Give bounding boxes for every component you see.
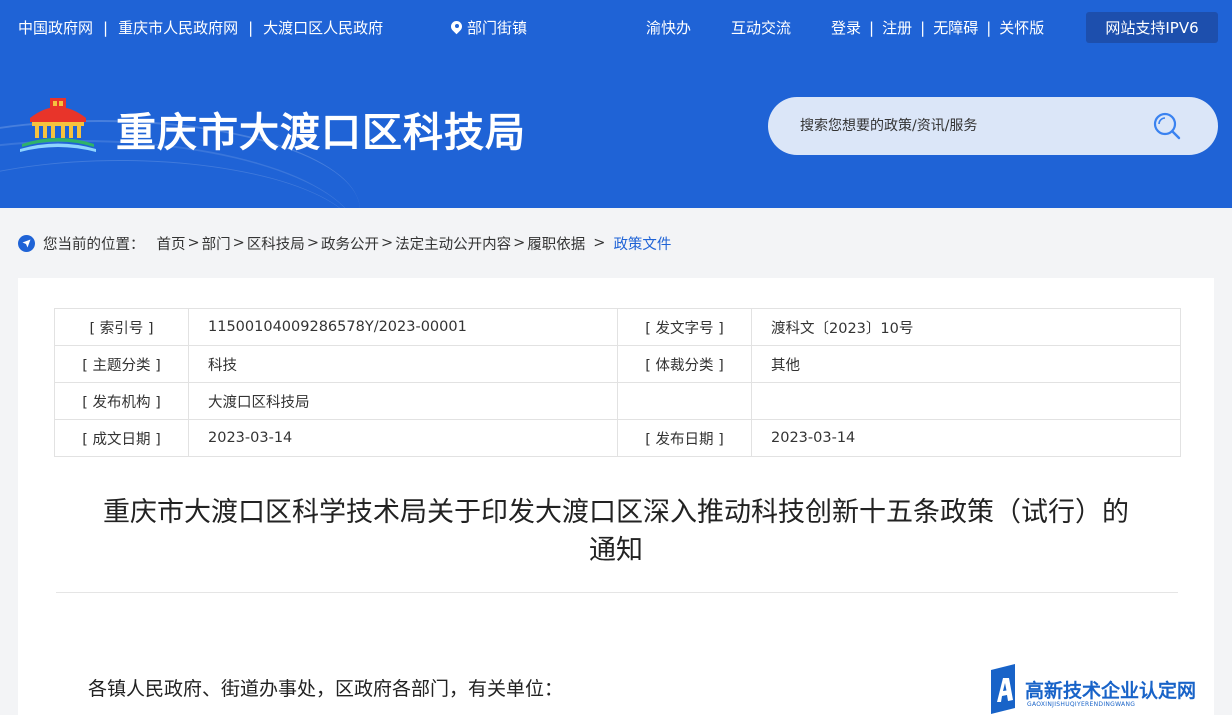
document-title-line: 通知: [589, 535, 643, 566]
breadcrumb-separator: >: [593, 235, 606, 251]
breadcrumb-separator: >: [232, 235, 245, 251]
breadcrumb-science-bureau[interactable]: 区科技局: [247, 233, 305, 254]
ipv6-badge[interactable]: 网站支持IPV6: [1086, 12, 1218, 43]
document-meta-table: [ 索引号 ] 11500104009286578Y/2023-00001 [ …: [54, 308, 1181, 457]
meta-key-empty: [617, 382, 752, 420]
meta-value-publish-date: 2023-03-14: [751, 419, 1181, 457]
watermark-text: 高新技术企业认定网: [1025, 680, 1197, 702]
breadcrumb-label: 您当前的位置：: [43, 236, 145, 253]
table-row: [ 主题分类 ] 科技 [ 体裁分类 ] 其他: [54, 345, 1181, 383]
meta-key-doc-number: [ 发文字号 ]: [617, 308, 752, 346]
meta-value-genre: 其他: [751, 345, 1181, 383]
separator: |: [103, 18, 109, 37]
watermark-logo-icon: [991, 664, 1015, 714]
article-panel: [ 索引号 ] 11500104009286578Y/2023-00001 [ …: [18, 278, 1214, 715]
breadcrumb: 您当前的位置： 首页 > 部门 > 区科技局 > 政务公开 > 法定主动公开内容…: [18, 233, 671, 253]
link-chongqing-gov[interactable]: 重庆市人民政府网: [118, 17, 238, 38]
link-interaction[interactable]: 互动交流: [731, 17, 791, 38]
government-emblem-logo-icon[interactable]: [20, 92, 96, 154]
site-title[interactable]: 重庆市大渡口区科技局: [116, 100, 526, 158]
link-yukuaiban[interactable]: 渝快办: [646, 17, 691, 38]
dept-towns-label: 部门街镇: [467, 19, 528, 37]
watermark-subtext: GAOXINJISHUQIYERENDINGWANG: [1027, 701, 1136, 708]
document-title: 重庆市大渡口区科学技术局关于印发大渡口区深入推动科技创新十五条政策（试行）的 通…: [18, 494, 1214, 570]
location-pin-icon: [451, 21, 462, 35]
site-header: 中国政府网 | 重庆市人民政府网 | 大渡口区人民政府 部门街镇 渝快办 互动交…: [0, 0, 1232, 208]
meta-key-written-date: [ 成文日期 ]: [54, 419, 189, 457]
search-box: [768, 97, 1218, 155]
separator: |: [869, 18, 875, 37]
external-links: 中国政府网 | 重庆市人民政府网 | 大渡口区人民政府: [18, 17, 383, 38]
breadcrumb-home[interactable]: 首页: [157, 233, 186, 254]
link-china-gov[interactable]: 中国政府网: [18, 17, 93, 38]
login-link[interactable]: 登录: [831, 17, 861, 38]
meta-key-publish-date: [ 发布日期 ]: [617, 419, 752, 457]
meta-value-empty: [751, 382, 1181, 420]
meta-key-genre: [ 体裁分类 ]: [617, 345, 752, 383]
breadcrumb-departments[interactable]: 部门: [202, 233, 231, 254]
location-compass-icon: [18, 234, 35, 252]
user-links: 渝快办 互动交流 登录 | 注册 | 无障碍 | 关怀版: [646, 17, 1044, 38]
meta-value-publisher: 大渡口区科技局: [188, 382, 618, 420]
search-icon[interactable]: [1152, 111, 1182, 141]
meta-value-doc-number: 渡科文〔2023〕10号: [751, 308, 1181, 346]
document-title-line: 重庆市大渡口区科学技术局关于印发大渡口区深入推动科技创新十五条政策（试行）的: [103, 497, 1129, 528]
meta-value-index-number: 11500104009286578Y/2023-00001: [188, 308, 618, 346]
meta-key-subject: [ 主题分类 ]: [54, 345, 189, 383]
search-input[interactable]: [800, 113, 1140, 139]
register-link[interactable]: 注册: [882, 17, 912, 38]
table-row: [ 索引号 ] 11500104009286578Y/2023-00001 [ …: [54, 308, 1181, 346]
breadcrumb-separator: >: [380, 235, 394, 251]
breadcrumb-separator: >: [306, 235, 319, 251]
meta-key-index-number: [ 索引号 ]: [54, 308, 189, 346]
watermark: 高新技术企业认定网 GAOXINJISHUQIYERENDINGWANG: [985, 664, 1229, 714]
dept-towns-link[interactable]: 部门街镇: [451, 17, 527, 38]
breadcrumb-statutory-content[interactable]: 法定主动公开内容: [395, 233, 511, 254]
breadcrumb-gov-affairs[interactable]: 政务公开: [321, 233, 379, 254]
breadcrumb-separator: >: [187, 235, 200, 251]
table-row: [ 成文日期 ] 2023-03-14 [ 发布日期 ] 2023-03-14: [54, 419, 1181, 457]
separator: |: [920, 18, 926, 37]
separator: |: [986, 18, 992, 37]
meta-value-subject: 科技: [188, 345, 618, 383]
meta-value-written-date: 2023-03-14: [188, 419, 618, 457]
document-salutation: 各镇人民政府、街道办事处，区政府各部门，有关单位：: [88, 678, 564, 700]
title-divider: [56, 592, 1178, 593]
top-bar: 中国政府网 | 重庆市人民政府网 | 大渡口区人民政府 部门街镇 渝快办 互动交…: [0, 0, 1232, 56]
separator: |: [248, 18, 254, 37]
breadcrumb-separator: >: [513, 235, 526, 251]
breadcrumb-current[interactable]: 政策文件: [613, 233, 671, 254]
care-mode-link[interactable]: 关怀版: [999, 17, 1044, 38]
meta-key-publisher: [ 发布机构 ]: [54, 382, 189, 420]
accessibility-link[interactable]: 无障碍: [933, 17, 978, 38]
table-row: [ 发布机构 ] 大渡口区科技局: [54, 382, 1181, 420]
link-dadukou-gov[interactable]: 大渡口区人民政府: [263, 17, 383, 38]
breadcrumb-duty-basis[interactable]: 履职依据: [527, 233, 585, 254]
